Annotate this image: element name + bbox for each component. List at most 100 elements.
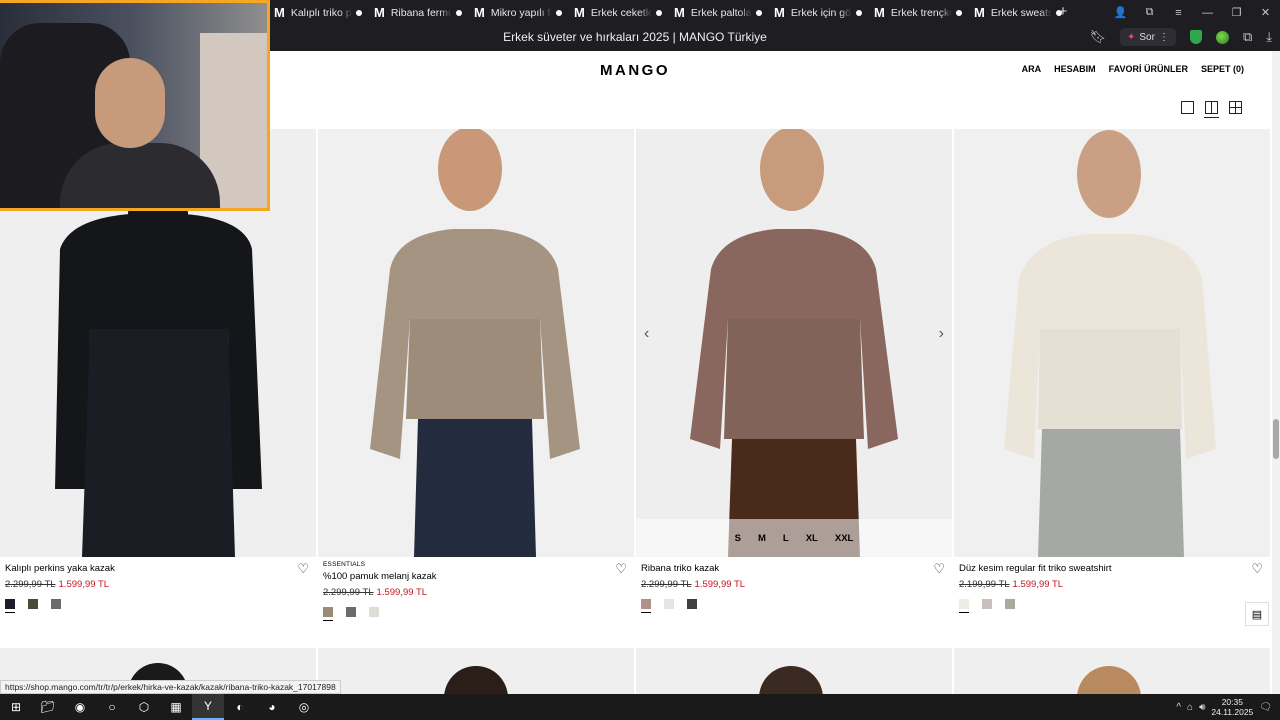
color-swatch[interactable]	[1005, 599, 1015, 609]
clock[interactable]: 20:35 24.11.2025	[1211, 697, 1253, 717]
product-prices: 2.299,99 TL 1.599,99 TL	[323, 587, 631, 598]
notification-icon[interactable]: 🗨︎	[1259, 702, 1272, 713]
color-swatch[interactable]	[664, 599, 674, 609]
color-swatch[interactable]	[346, 607, 356, 617]
opera-icon[interactable]: ○	[96, 694, 128, 720]
profile-icon[interactable]: 👤	[1106, 6, 1135, 19]
collections-icon[interactable]: ⧉	[1135, 6, 1164, 19]
product-image[interactable]	[954, 129, 1270, 557]
size-option-xl[interactable]: XL	[806, 533, 818, 544]
color-swatch[interactable]	[982, 599, 992, 609]
browser-tab[interactable]: M Ribana fermua	[368, 0, 468, 25]
store-icon[interactable]: ▦	[160, 694, 192, 720]
nav-cart-link[interactable]: SEPET (0)	[1201, 64, 1244, 74]
product-name[interactable]: %100 pamuk melanj kazak	[323, 571, 631, 582]
download-icon[interactable]: ⤓	[1266, 29, 1272, 45]
sale-price: 1.599,99 TL	[1012, 579, 1064, 590]
restore-icon[interactable]: ❐	[1222, 6, 1251, 19]
steam-icon[interactable]: ◐	[224, 694, 256, 720]
chat-icon[interactable]: ▤	[1245, 602, 1269, 626]
bookmark-icon[interactable]: 🔖︎	[1089, 29, 1106, 45]
minimize-icon[interactable]: —	[1193, 7, 1222, 19]
scrollbar-thumb[interactable]	[1273, 419, 1279, 459]
view-single-icon[interactable]	[1181, 101, 1194, 114]
color-swatches	[641, 599, 949, 613]
tab-title: Erkek trençkot	[890, 6, 952, 19]
product-name[interactable]: Ribana triko kazak	[641, 563, 949, 574]
browser-tab[interactable]: M Erkek için göm	[768, 0, 868, 25]
extensions-icon[interactable]: ⧉	[1243, 29, 1252, 45]
size-option-s[interactable]: S	[735, 533, 741, 544]
color-swatch[interactable]	[959, 599, 969, 613]
obs-icon[interactable]: ◎	[288, 694, 320, 720]
tab-title: Erkek paltoları	[690, 6, 752, 19]
product-info: Düz kesim regular fit triko sweatshirt 2…	[959, 561, 1267, 613]
tab-unsaved-dot-icon	[856, 9, 862, 16]
browser-tab[interactable]: M Erkek ceketleri	[568, 0, 668, 25]
color-swatch[interactable]	[369, 607, 379, 617]
extension-orb-icon[interactable]	[1215, 30, 1229, 44]
ask-ai-button[interactable]: ✦ Sor ⋮	[1120, 28, 1176, 46]
browser-tab[interactable]: M Erkek sweatshi	[968, 0, 1068, 25]
color-swatch[interactable]	[323, 607, 333, 621]
browser-tab[interactable]: M Erkek trençkot	[868, 0, 968, 25]
header-nav: ARA HESABIM FAVORİ ÜRÜNLER SEPET (0)	[1022, 64, 1244, 74]
mango-logo[interactable]: MANGO	[600, 62, 670, 79]
favorite-heart-icon[interactable]: ♡	[933, 561, 945, 577]
tab-unsaved-dot-icon	[656, 9, 662, 16]
address-bar-icons: 🔖︎ ✦ Sor ⋮ ⧉ ⤓	[1089, 28, 1272, 46]
product-image[interactable]: ‹ › S M L XL XXL	[636, 129, 952, 557]
discord-icon[interactable]: ◕	[256, 694, 288, 720]
tab-unsaved-dot-icon	[356, 9, 362, 16]
grid-view-switcher	[1181, 101, 1242, 119]
file-explorer-icon[interactable]: 📁︎	[32, 694, 64, 720]
nav-account-link[interactable]: HESABIM	[1054, 64, 1096, 74]
page-scrollbar[interactable]	[1272, 51, 1280, 694]
color-swatch[interactable]	[5, 599, 15, 613]
color-swatch[interactable]	[51, 599, 61, 609]
tray-chevron-icon[interactable]: ^	[1176, 702, 1181, 713]
tab-unsaved-dot-icon	[956, 9, 962, 16]
network-icon[interactable]: ⌂	[1187, 702, 1193, 713]
volume-icon[interactable]: 🔊︎	[1199, 702, 1205, 713]
view-four-column-icon[interactable]	[1229, 101, 1242, 114]
browser-tab[interactable]: M Kalıplı triko po	[268, 0, 368, 25]
size-option-l[interactable]: L	[783, 533, 789, 544]
view-two-column-icon[interactable]	[1204, 101, 1219, 119]
size-option-m[interactable]: M	[758, 533, 766, 544]
nav-search-link[interactable]: ARA	[1022, 64, 1042, 74]
color-swatch[interactable]	[28, 599, 38, 609]
adblock-shield-icon[interactable]	[1189, 30, 1202, 44]
model-cream-sweatshirt-image	[954, 129, 1270, 557]
browser-tab[interactable]: M Mikro yapılı fer	[468, 0, 568, 25]
model-brown-sweater-image	[636, 129, 952, 557]
product-image[interactable]	[318, 129, 634, 557]
nav-favorites-link[interactable]: FAVORİ ÜRÜNLER	[1109, 64, 1188, 74]
old-price: 2.299,99 TL	[641, 579, 692, 590]
favorite-heart-icon[interactable]: ♡	[615, 561, 627, 577]
windows-start-icon[interactable]: ⊞	[0, 694, 32, 720]
sale-price: 1.599,99 TL	[376, 587, 428, 598]
color-swatch[interactable]	[687, 599, 697, 609]
carousel-next-icon[interactable]: ›	[939, 325, 944, 343]
close-icon[interactable]: ✕	[1251, 6, 1280, 19]
product-info: ESSENTIALS %100 pamuk melanj kazak 2.299…	[323, 561, 631, 621]
link-status-url: https://shop.mango.com/tr/tr/p/erkek/hir…	[0, 680, 341, 694]
ai-sparkle-icon: ✦	[1127, 31, 1136, 43]
color-swatch[interactable]	[641, 599, 651, 613]
menu-icon[interactable]: ≡	[1164, 7, 1193, 19]
copilot-icon[interactable]: ◉	[64, 694, 96, 720]
product-name[interactable]: Düz kesim regular fit triko sweatshirt	[959, 563, 1267, 574]
size-option-xxl[interactable]: XXL	[835, 533, 853, 544]
product-name[interactable]: Kalıplı perkins yaka kazak	[5, 563, 313, 574]
browser-tab[interactable]: M Erkek paltoları	[668, 0, 768, 25]
app-icon[interactable]: ⬡	[128, 694, 160, 720]
carousel-prev-icon[interactable]: ‹	[644, 325, 649, 343]
yandex-browser-icon[interactable]: Y	[192, 694, 224, 720]
favorite-heart-icon[interactable]: ♡	[1251, 561, 1263, 577]
favorite-heart-icon[interactable]: ♡	[297, 561, 309, 577]
new-tab-plus-icon[interactable]: +	[1055, 4, 1071, 20]
mango-favicon-icon: M	[474, 5, 485, 20]
product-prices: 2.299,99 TL 1.599,99 TL	[641, 579, 949, 590]
tab-title: Ribana fermua	[390, 6, 452, 19]
